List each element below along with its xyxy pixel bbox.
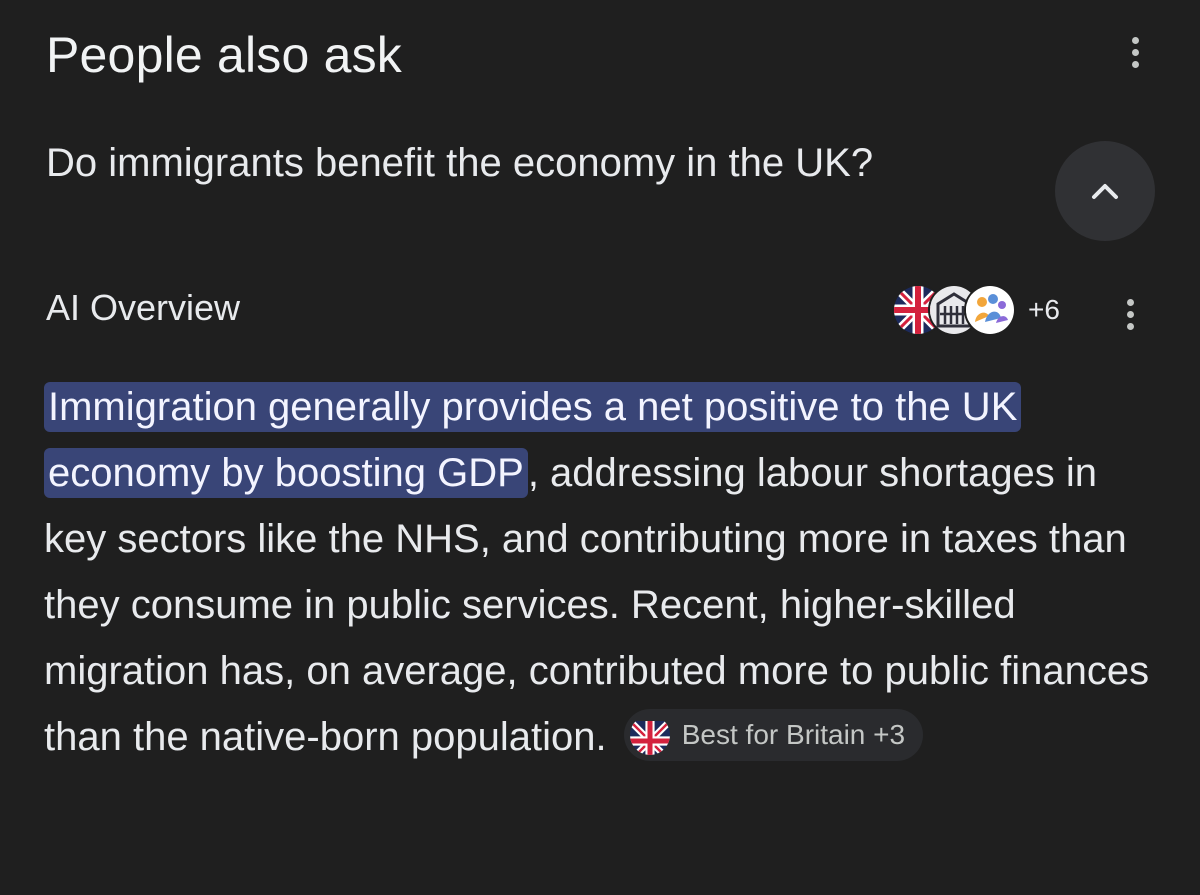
section-title: People also ask xyxy=(46,27,403,83)
ai-overview-answer: Immigration generally provides a net pos… xyxy=(44,374,1164,770)
chevron-up-icon xyxy=(1092,184,1118,199)
citation-label: Best for Britain +3 xyxy=(681,719,906,751)
source-favicons[interactable]: +6 xyxy=(892,282,1060,338)
question-heading[interactable]: Do immigrants benefit the economy in the… xyxy=(46,138,1006,188)
collapse-button[interactable] xyxy=(1055,141,1155,241)
people-icon xyxy=(964,284,1016,336)
citation-chip[interactable]: Best for Britain +3 xyxy=(623,709,924,762)
sources-more-count[interactable]: +6 xyxy=(1028,294,1060,326)
ai-overview-menu-icon[interactable] xyxy=(1118,294,1142,334)
more-options-icon[interactable] xyxy=(1123,32,1147,72)
flag-icon xyxy=(629,715,670,756)
ai-overview-label: AI Overview xyxy=(46,287,241,328)
